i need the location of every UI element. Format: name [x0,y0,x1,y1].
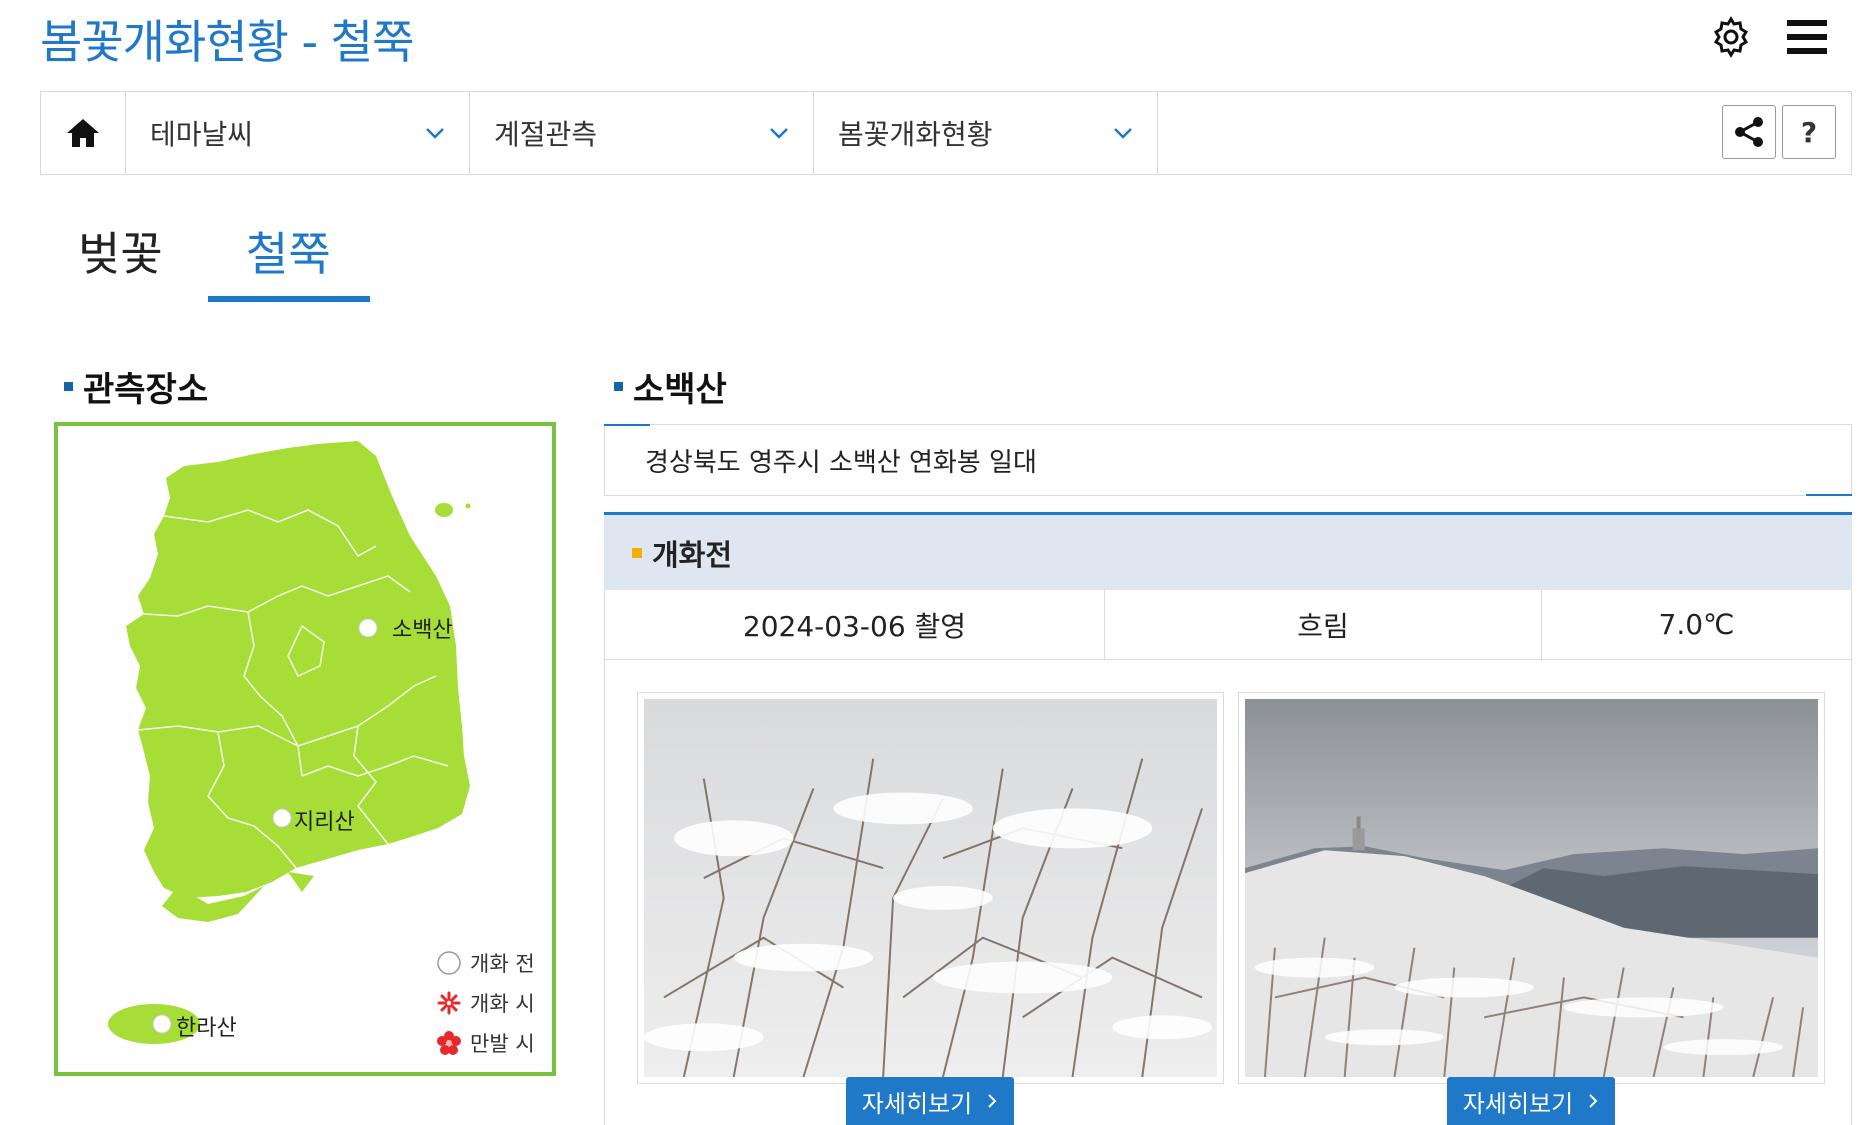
photo-gallery: 자세히보기 자세히보기 [604,660,1852,1125]
location-label-hallasan[interactable]: 한라산 [176,1010,237,1042]
island-shape [288,872,314,892]
home-icon [67,119,99,147]
detail-button-label: 자세히보기 [1462,1089,1574,1118]
page-title: 봄꽃개화현황 - 철쭉 [40,15,414,69]
home-button[interactable] [41,92,126,174]
location-label-jirisan[interactable]: 지리산 [294,804,355,836]
bloom-status-header: 개화전 [604,512,1852,590]
ulleungdo-island [435,503,453,517]
snowy-mountain-photo [1245,699,1818,1078]
chevron-down-icon [770,128,788,139]
legend-item-full-bloom: 만발 시 [436,1028,535,1058]
section-title-text: 관측장소 [83,370,209,410]
location-marker-sobaeksan[interactable] [358,618,378,638]
location-marker-hallasan[interactable] [152,1014,172,1034]
breadcrumb-nav: 테마날씨 계절관측 봄꽃개화현황 [40,91,1852,175]
observation-info-row: 2024-03-06 촬영 흐림 7.0℃ [604,590,1852,660]
nav-dropdown-season[interactable]: 계절관측 [470,92,814,174]
nav-dropdown-theme[interactable]: 테마날씨 [126,92,470,174]
section-title-text: 소백산 [633,370,727,410]
nav-dropdown-flower[interactable]: 봄꽃개화현황 [814,92,1158,174]
legend-label: 개화 시 [470,992,535,1016]
section-title-location-detail: 소백산 [614,362,727,411]
photo-thumbnail-1[interactable] [637,692,1224,1084]
bloom-status-text: 개화전 [652,537,733,572]
tab-cherry-blossom[interactable]: 벚꽃 [78,218,163,284]
legend-label: 만발 시 [470,1032,535,1056]
section-marker [614,382,623,391]
active-tab-indicator [208,296,370,302]
observation-date: 2024-03-06 촬영 [605,590,1105,659]
legend-item-before: 개화 전 [436,948,535,978]
observation-temperature: 7.0℃ [1658,608,1735,641]
observation-weather: 흐림 [1105,590,1542,659]
location-label-sobaeksan[interactable]: 소백산 [392,612,453,644]
empty-circle-icon [437,951,461,975]
photo-thumbnail-2[interactable] [1238,692,1825,1084]
location-map: 소백산 지리산 한라산 개화 전 개화 시 만발 시 [54,422,556,1076]
tab-azalea[interactable]: 철쭉 [246,218,331,284]
share-button[interactable] [1722,105,1776,159]
hamburger-icon[interactable] [1784,14,1830,60]
location-address: 경상북도 영주시 소백산 연화봉 일대 [604,424,1852,496]
nav-item-label: 계절관측 [494,118,598,151]
section-marker [64,382,73,391]
nav-item-label: 봄꽃개화현황 [838,118,993,151]
chevron-down-icon [426,128,444,139]
detail-button-1[interactable]: 자세히보기 [846,1077,1014,1125]
nav-item-label: 테마날씨 [150,118,254,151]
flower-outline-icon [437,991,461,1015]
detail-button-label: 자세히보기 [861,1089,973,1118]
legend-item-blooming: 개화 시 [436,988,535,1018]
snowy-shrubs-photo [644,699,1217,1078]
section-title-locations: 관측장소 [64,362,208,411]
gear-icon[interactable] [1708,14,1754,60]
detail-button-2[interactable]: 자세히보기 [1447,1077,1615,1125]
location-marker-jirisan[interactable] [272,808,292,828]
chevron-right-icon [988,1094,997,1108]
chevron-right-icon [1589,1094,1598,1108]
flower-full-icon [437,1031,461,1055]
status-marker [632,547,642,558]
help-button[interactable]: ? [1782,105,1836,159]
address-corner-accent [1806,494,1852,496]
share-icon [1735,117,1763,147]
chevron-down-icon [1114,128,1132,139]
dokdo-island [465,503,471,509]
address-corner-accent [604,424,650,426]
legend-label: 개화 전 [470,952,535,976]
